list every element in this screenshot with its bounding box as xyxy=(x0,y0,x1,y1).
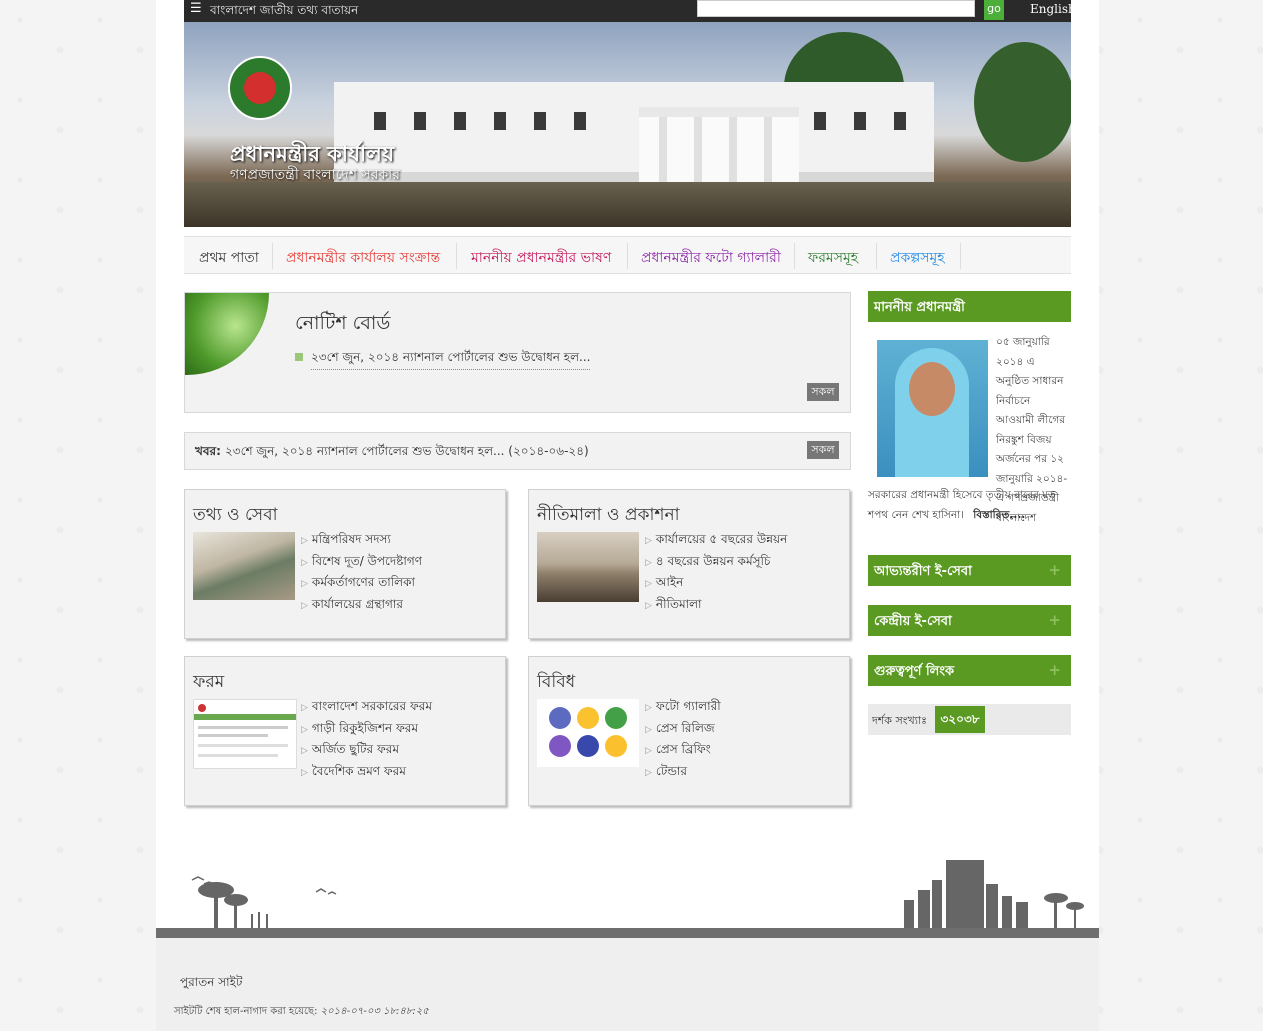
miscellaneous-box: বিবিধ ▷ ফটো গ্যালারী ▷ প্রেস রিলিজ ▷ প্রেস … xyxy=(528,656,850,806)
old-site-link[interactable]: পুরাতন সাইট xyxy=(180,974,242,994)
footer-skyline-illustration xyxy=(191,860,1084,928)
nav-item-photo-gallery[interactable]: প্রধানমন্ত্রীর ফটো গ্যালারী xyxy=(641,246,781,270)
main-nav: প্রথম পাতা প্রধানমন্ত্রীর কার্যালয় সংক্… xyxy=(184,236,1071,274)
arrow-right-icon: ▷ xyxy=(645,703,652,713)
top-bar: ☰ বাংলাদেশ জাতীয় তথ্য বাতায়ন go Englis… xyxy=(184,0,1076,22)
list-item[interactable]: ▷ ফটো গ্যালারী xyxy=(645,697,721,719)
nav-item-projects[interactable]: প্রকল্পসমূহ xyxy=(890,246,945,270)
arrow-right-icon: ▷ xyxy=(645,557,652,568)
arrow-right-icon: ▷ xyxy=(301,746,308,756)
list-item[interactable]: ▷ কার্যালয়ের ৫ বছরের উন্নয়ন xyxy=(645,530,787,552)
arrow-right-icon: ▷ xyxy=(301,703,308,713)
list-item[interactable]: ▷ প্রেস রিলিজ xyxy=(645,719,721,741)
notice-board: নোটিশ বোর্ড ২৩শে জুন, ২০১৪ ন্যাশনাল পোর্… xyxy=(184,292,851,413)
arrow-right-icon: ▷ xyxy=(645,724,652,735)
arrow-right-icon: ▷ xyxy=(301,579,308,589)
globe-icon xyxy=(185,293,269,375)
plus-icon: + xyxy=(1048,661,1061,679)
box-title: নীতিমালা ও প্রকাশনা xyxy=(537,505,680,525)
notice-item-link[interactable]: ২৩শে জুন, ২০১৪ ন্যাশনাল পোর্টালের শুভ উদ… xyxy=(311,349,591,370)
prime-minister-heading: মাননীয় প্রধানমন্ত্রী xyxy=(868,291,1071,322)
service-icons-thumbnail xyxy=(537,699,639,767)
box-title: ফরম xyxy=(193,672,225,692)
list-item[interactable]: ▷ নীতিমালা xyxy=(645,595,787,617)
forms-box: ফরম ▷ বাংলাদেশ সরকারের ফরম ▷ গাড়ী রিকুইজি… xyxy=(184,656,506,806)
nav-item-speeches[interactable]: মাননীয় প্রধানমন্ত্রীর ভাষণ xyxy=(471,246,611,270)
list-item[interactable]: ▷ কর্মকর্তাগণের তালিকা xyxy=(301,573,422,595)
news-all-button[interactable]: সকল xyxy=(807,441,839,459)
list-item[interactable]: ▷ বিশেষ দূত/ উপদেষ্টাগণ xyxy=(301,552,422,574)
language-switch-link[interactable]: English xyxy=(1030,2,1076,16)
arrow-right-icon: ▷ xyxy=(301,536,308,546)
header-banner: প্রধানমন্ত্রীর কার্যালয় গণপ্রজাতন্ত্রী … xyxy=(184,22,1071,227)
prime-minister-photo xyxy=(877,340,988,477)
arrow-right-icon: ▷ xyxy=(645,536,652,546)
books-thumbnail xyxy=(537,532,639,602)
list-item[interactable]: ▷ ৪ বছরের উন্নয়ন কর্মসূচি xyxy=(645,552,787,574)
footer-divider xyxy=(156,928,1099,938)
search-input[interactable] xyxy=(697,0,975,17)
plus-icon: + xyxy=(1048,611,1061,629)
last-updated: সাইটটি শেষ হাল-নাগাদ করা হয়েছে: ২০১৪-০৭… xyxy=(174,1006,429,1017)
arrow-right-icon: ▷ xyxy=(645,767,652,778)
box-title: বিবিধ xyxy=(537,672,576,692)
list-item[interactable]: ▷ কার্যালয়ের গ্রন্থাগার xyxy=(301,595,422,617)
documents-thumbnail xyxy=(193,532,295,600)
arrow-right-icon: ▷ xyxy=(301,724,308,735)
bullet-icon xyxy=(295,353,303,361)
arrow-right-icon: ▷ xyxy=(301,767,308,778)
list-item[interactable]: ▷ প্রেস ব্রিফিং xyxy=(645,740,721,762)
box-title: তথ্য ও সেবা xyxy=(193,505,278,525)
important-links-accordion[interactable]: গুরুত্বপূর্ণ লিংক + xyxy=(868,655,1071,686)
form-document-thumbnail xyxy=(193,699,297,769)
nav-item-forms[interactable]: ফরমসমূহ xyxy=(808,246,858,270)
info-services-box: তথ্য ও সেবা ▷ মন্ত্রিপরিষদ সদস্য ▷ বিশেষ দ… xyxy=(184,489,506,639)
nav-item-office[interactable]: প্রধানমন্ত্রীর কার্যালয় সংক্রান্ত xyxy=(286,246,440,270)
visitor-label: দর্শক সংখ্যাঃ xyxy=(872,714,927,727)
site-subtitle: গণপ্রজাতন্ত্রী বাংলাদেশ সরকার xyxy=(230,167,400,183)
arrow-right-icon: ▷ xyxy=(301,557,308,568)
list-item[interactable]: ▷ বাংলাদেশ সরকারের ফরম xyxy=(301,697,432,719)
banner-tree xyxy=(974,42,1071,162)
banner-ground xyxy=(184,182,1071,227)
visitor-count: ৩২০৩৮ xyxy=(935,706,985,733)
arrow-right-icon: ▷ xyxy=(645,600,652,611)
visitor-counter: দর্শক সংখ্যাঃ ৩২০৩৮ xyxy=(868,704,1071,735)
page-container: ☰ বাংলাদেশ জাতীয় তথ্য বাতায়ন go Englis… xyxy=(156,0,1099,1031)
pm-bio-text-continued: সরকারের প্রধানমন্ত্রী হিসেবে তৃতীয় বারে… xyxy=(868,489,1056,521)
central-e-service-accordion[interactable]: কেন্দ্রীয় ই-সেবা + xyxy=(868,605,1071,636)
portal-link[interactable]: বাংলাদেশ জাতীয় তথ্য বাতায়ন xyxy=(210,2,358,22)
search-go-button[interactable]: go xyxy=(984,0,1004,20)
internal-e-service-accordion[interactable]: আভ্যন্তরীণ ই-সেবা + xyxy=(868,555,1071,586)
news-label: খবর: xyxy=(195,444,221,458)
nav-item-home[interactable]: প্রথম পাতা xyxy=(199,246,259,270)
banner-building xyxy=(334,82,934,192)
news-item-link[interactable]: ২৩শে জুন, ২০১৪ ন্যাশনাল পোর্টালের শুভ উদ… xyxy=(225,443,589,463)
list-item[interactable]: ▷ আইন xyxy=(645,573,787,595)
notice-all-button[interactable]: সকল xyxy=(807,383,839,401)
list-item[interactable]: ▷ গাড়ী রিকুইজিশন ফরম xyxy=(301,719,432,741)
list-item[interactable]: ▷ টেন্ডার xyxy=(645,762,721,784)
list-item[interactable]: ▷ মন্ত্রিপরিষদ সদস্য xyxy=(301,530,422,552)
arrow-right-icon: ▷ xyxy=(645,579,652,589)
news-ticker: খবর: ২৩শে জুন, ২০১৪ ন্যাশনাল পোর্টালের শ… xyxy=(184,432,851,470)
notice-board-heading: নোটিশ বোর্ড xyxy=(295,312,391,334)
arrow-right-icon: ▷ xyxy=(645,746,652,756)
list-item[interactable]: ▷ বৈদেশিক ভ্রমণ ফরম xyxy=(301,762,432,784)
plus-icon: + xyxy=(1048,561,1061,579)
details-link[interactable]: বিস্তারিত.... xyxy=(973,509,1025,521)
government-emblem-logo[interactable] xyxy=(228,56,292,120)
menu-icon[interactable]: ☰ xyxy=(190,1,202,16)
footer: পুরাতন সাইট সাইটটি শেষ হাল-নাগাদ করা হয়… xyxy=(156,938,1099,1031)
arrow-right-icon: ▷ xyxy=(301,600,308,611)
list-item[interactable]: ▷ অর্জিত ছুটির ফরম xyxy=(301,740,432,762)
policy-publications-box: নীতিমালা ও প্রকাশনা ▷ কার্যালয়ের ৫ বছরের… xyxy=(528,489,850,639)
